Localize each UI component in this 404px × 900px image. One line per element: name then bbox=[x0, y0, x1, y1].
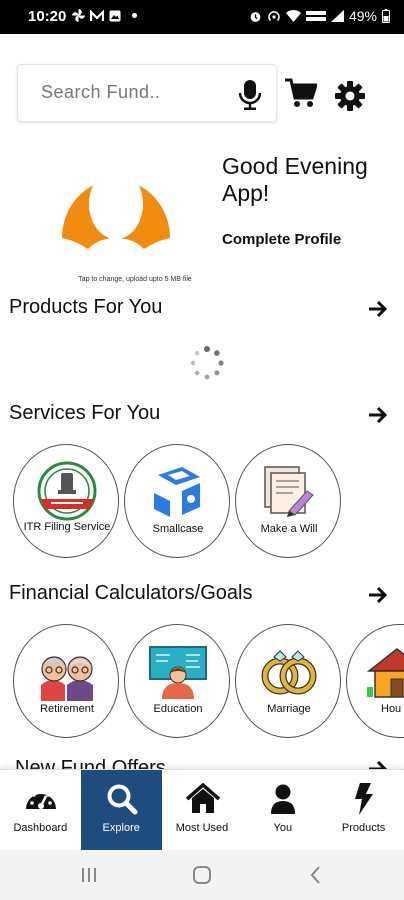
gallery-icon bbox=[109, 10, 121, 21]
calculator-tile-marriage[interactable]: Marriage bbox=[235, 624, 341, 738]
house-icon bbox=[367, 648, 404, 698]
smallcase-logo-icon bbox=[154, 467, 200, 517]
m-app-icon bbox=[90, 9, 104, 21]
will-document-icon bbox=[264, 466, 314, 517]
notification-dot bbox=[132, 13, 137, 18]
section-title-products: Products For You bbox=[9, 296, 163, 318]
nav-label: Dashboard bbox=[13, 822, 68, 834]
calculator-tile-education[interactable]: Education bbox=[124, 624, 230, 738]
pinwheel-icon bbox=[72, 9, 85, 22]
calculator-label: Hou bbox=[381, 703, 402, 715]
system-nav-bar bbox=[0, 850, 404, 900]
recent-apps-icon[interactable] bbox=[78, 864, 100, 886]
loading-spinner-icon bbox=[190, 346, 224, 380]
cart-icon[interactable] bbox=[285, 78, 317, 108]
wedding-rings-icon bbox=[261, 650, 317, 695]
service-tile-smallcase[interactable]: Smallcase bbox=[124, 444, 230, 558]
battery-percent: 49% bbox=[348, 8, 377, 24]
service-label: ITR Filing Service bbox=[23, 521, 111, 533]
nav-label: You bbox=[273, 822, 293, 834]
service-label: Make a Will bbox=[260, 523, 318, 535]
complete-profile-link[interactable]: Complete Profile bbox=[222, 231, 341, 248]
lightning-icon bbox=[355, 783, 374, 815]
arrow-right-icon[interactable] bbox=[368, 406, 388, 424]
service-tile-itr[interactable]: ITR Filing Service bbox=[13, 444, 119, 558]
speedometer-icon bbox=[26, 789, 56, 809]
search-icon bbox=[107, 784, 138, 815]
arrow-right-icon[interactable] bbox=[368, 586, 388, 604]
section-title-services: Services For You bbox=[9, 402, 161, 424]
microphone-icon[interactable] bbox=[238, 79, 262, 111]
service-tile-make-will[interactable]: Make a Will bbox=[235, 444, 341, 558]
back-icon[interactable] bbox=[305, 864, 327, 886]
home-icon bbox=[185, 783, 220, 813]
education-board-icon bbox=[149, 646, 207, 699]
alarm-icon bbox=[250, 11, 261, 22]
battery-icon bbox=[382, 9, 390, 23]
income-tax-emblem-icon bbox=[37, 461, 97, 521]
service-label: Smallcase bbox=[152, 523, 204, 535]
signal-icon bbox=[330, 10, 344, 22]
home-button-icon[interactable] bbox=[191, 864, 213, 886]
bottom-nav: Dashboard Explore Most Used You Products bbox=[0, 769, 404, 851]
search-placeholder: Search Fund.. bbox=[41, 82, 161, 102]
search-input[interactable]: Search Fund.. bbox=[17, 64, 277, 122]
nav-dashboard[interactable]: Dashboard bbox=[0, 770, 81, 851]
nav-most-used[interactable]: Most Used bbox=[162, 770, 243, 851]
calculator-label: Retirement bbox=[40, 703, 94, 715]
nav-products[interactable]: Products bbox=[323, 770, 404, 851]
nav-label: Explore bbox=[102, 822, 140, 834]
elderly-couple-icon bbox=[41, 656, 93, 701]
wifi-icon bbox=[285, 10, 301, 22]
calculator-tile-retirement[interactable]: Retirement bbox=[13, 624, 119, 738]
section-title-calculators: Financial Calculators/Goals bbox=[9, 582, 253, 604]
nav-label: Products bbox=[341, 822, 386, 834]
arrow-right-icon[interactable] bbox=[368, 300, 388, 318]
nav-you[interactable]: You bbox=[242, 770, 323, 851]
gear-icon[interactable] bbox=[334, 80, 366, 112]
calculator-label: Education bbox=[153, 703, 203, 715]
hotspot-icon bbox=[268, 10, 280, 21]
avatar[interactable] bbox=[56, 146, 176, 266]
greeting-text: Good Evening App! bbox=[222, 153, 368, 206]
volte-lte-icon bbox=[305, 11, 326, 21]
nav-explore[interactable]: Explore bbox=[80, 770, 162, 851]
status-time: 10:20 bbox=[28, 8, 67, 25]
calculator-tile-house[interactable]: Hou bbox=[346, 624, 404, 738]
avatar-upload-hint: Tap to change, upload upto 5 MB file bbox=[78, 276, 192, 283]
status-bar: 10:20 49% bbox=[0, 0, 404, 34]
nav-label: Most Used bbox=[175, 822, 229, 834]
user-icon bbox=[271, 784, 296, 814]
calculator-label: Marriage bbox=[267, 703, 311, 715]
